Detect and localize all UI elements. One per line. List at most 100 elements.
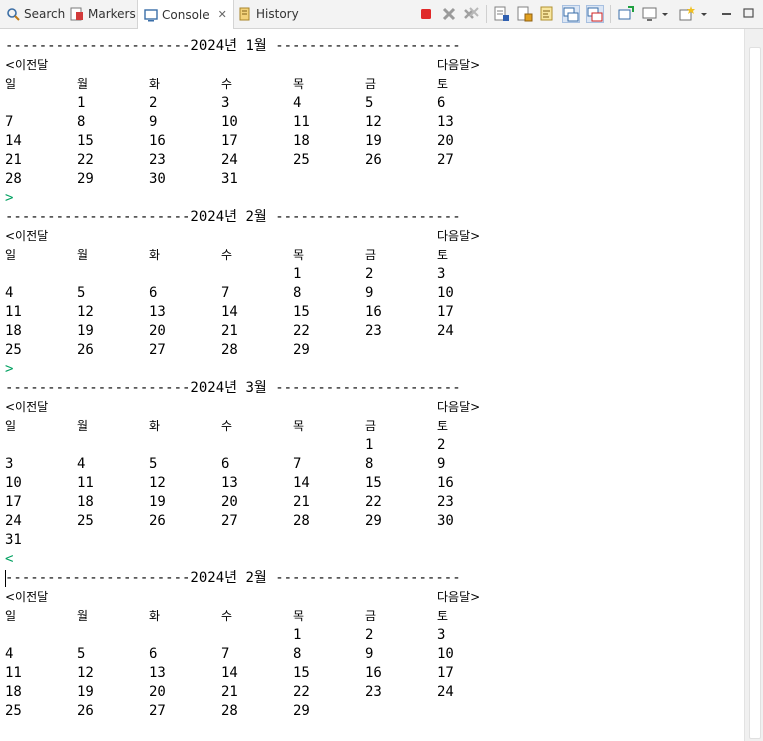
- minimize-icon[interactable]: [718, 5, 736, 23]
- calendar-day: 24: [221, 152, 238, 168]
- weekday-label: 화: [149, 248, 161, 262]
- month-header: ----------------------2024년 2월 ---------…: [5, 570, 461, 586]
- calendar-day: 7: [221, 646, 230, 662]
- calendar-day: 19: [149, 494, 166, 510]
- tab-label: History: [256, 7, 299, 21]
- remove-launch-icon[interactable]: [440, 5, 458, 23]
- calendar-day: 21: [5, 152, 22, 168]
- weekday-label: 월: [77, 77, 89, 91]
- terminate-icon[interactable]: [417, 5, 435, 23]
- calendar-day: 6: [221, 456, 230, 472]
- calendar-day: 30: [437, 513, 454, 529]
- calendar-day: 7: [5, 114, 14, 130]
- next-month-label: 다음달>: [437, 58, 481, 72]
- calendar-day: 20: [221, 494, 238, 510]
- clear-console-icon[interactable]: [493, 5, 511, 23]
- weekday-label: 월: [77, 248, 89, 262]
- calendar-day: 27: [221, 513, 238, 529]
- calendar-day: 6: [149, 646, 158, 662]
- weekday-label: 수: [221, 248, 233, 262]
- tab-history[interactable]: History: [238, 0, 299, 28]
- calendar-day: 14: [293, 475, 310, 491]
- calendar-day: 9: [149, 114, 158, 130]
- pin-console-icon[interactable]: [617, 5, 635, 23]
- calendar-day: 17: [437, 665, 454, 681]
- calendar-day: 2: [365, 266, 374, 282]
- calendar-day: 27: [149, 342, 166, 358]
- calendar-day: 8: [365, 456, 374, 472]
- vertical-scrollbar[interactable]: [744, 29, 763, 741]
- calendar-day: 11: [5, 304, 22, 320]
- prev-month-label: <이전달: [5, 58, 49, 72]
- word-wrap-icon[interactable]: [539, 5, 557, 23]
- calendar-day: 3: [437, 627, 446, 643]
- scroll-lock-icon[interactable]: [516, 5, 534, 23]
- calendar-day: 18: [5, 323, 22, 339]
- next-month-label: 다음달>: [437, 400, 481, 414]
- calendar-day: 29: [77, 171, 94, 187]
- remove-all-terminated-icon[interactable]: [462, 5, 480, 23]
- calendar-day: 25: [293, 152, 310, 168]
- weekday-label: 일: [5, 609, 17, 623]
- dropdown-arrow-icon[interactable]: [660, 5, 670, 23]
- calendar-day: 28: [293, 513, 310, 529]
- calendar-day: 29: [293, 703, 310, 719]
- weekday-label: 화: [149, 419, 161, 433]
- maximize-icon[interactable]: [740, 5, 758, 23]
- calendar-day: 2: [365, 627, 374, 643]
- calendar-day: 19: [77, 684, 94, 700]
- calendar-day: 12: [365, 114, 382, 130]
- calendar-day: 18: [293, 133, 310, 149]
- calendar-day: 14: [5, 133, 22, 149]
- calendar-day: 2: [437, 437, 446, 453]
- calendar-day: 10: [437, 646, 454, 662]
- calendar-day: 20: [149, 684, 166, 700]
- calendar-day: 21: [221, 323, 238, 339]
- calendar-day: 17: [437, 304, 454, 320]
- show-on-stderr-icon[interactable]: [586, 5, 604, 23]
- weekday-label: 일: [5, 419, 17, 433]
- calendar-day: 11: [293, 114, 310, 130]
- calendar-day: 5: [149, 456, 158, 472]
- console-output[interactable]: ----------------------2024년 1월 ---------…: [0, 29, 744, 741]
- calendar-day: 14: [221, 665, 238, 681]
- weekday-label: 수: [221, 77, 233, 91]
- calendar-day: 19: [365, 133, 382, 149]
- close-tab-icon[interactable]: ✕: [218, 8, 227, 21]
- scrollbar-thumb[interactable]: [749, 47, 761, 739]
- calendar-day: 27: [437, 152, 454, 168]
- month-header: ----------------------2024년 2월 ---------…: [5, 209, 461, 225]
- calendar-day: 17: [5, 494, 22, 510]
- markers-icon: [70, 7, 84, 21]
- calendar-day: 20: [437, 133, 454, 149]
- calendar-day: 17: [221, 133, 238, 149]
- open-console-icon[interactable]: [678, 5, 696, 23]
- calendar-day: 10: [221, 114, 238, 130]
- calendar-day: 23: [437, 494, 454, 510]
- calendar-day: 8: [77, 114, 86, 130]
- weekday-label: 토: [437, 77, 449, 91]
- tab-search[interactable]: Search: [6, 0, 65, 28]
- calendar-day: 31: [221, 171, 238, 187]
- calendar-day: 14: [221, 304, 238, 320]
- prev-month-label: <이전달: [5, 400, 49, 414]
- calendar-day: 19: [77, 323, 94, 339]
- calendar-day: 13: [149, 665, 166, 681]
- dropdown-arrow-icon[interactable]: [699, 5, 709, 23]
- show-on-stdout-icon[interactable]: [562, 5, 580, 23]
- tab-markers[interactable]: Markers: [70, 0, 136, 28]
- calendar-day: 25: [5, 342, 22, 358]
- tab-label: Search: [24, 7, 66, 21]
- weekday-label: 수: [221, 419, 233, 433]
- calendar-day: 2: [149, 95, 158, 111]
- calendar-day: 16: [149, 133, 166, 149]
- next-month-label: 다음달>: [437, 229, 481, 243]
- weekday-label: 토: [437, 609, 449, 623]
- display-console-icon[interactable]: [641, 5, 659, 23]
- tab-console[interactable]: Console ✕: [137, 0, 234, 29]
- calendar-day: 12: [149, 475, 166, 491]
- tab-label: Console: [162, 7, 210, 22]
- calendar-day: 22: [293, 684, 310, 700]
- month-header: ----------------------2024년 1월 ---------…: [5, 38, 461, 54]
- calendar-day: 4: [293, 95, 302, 111]
